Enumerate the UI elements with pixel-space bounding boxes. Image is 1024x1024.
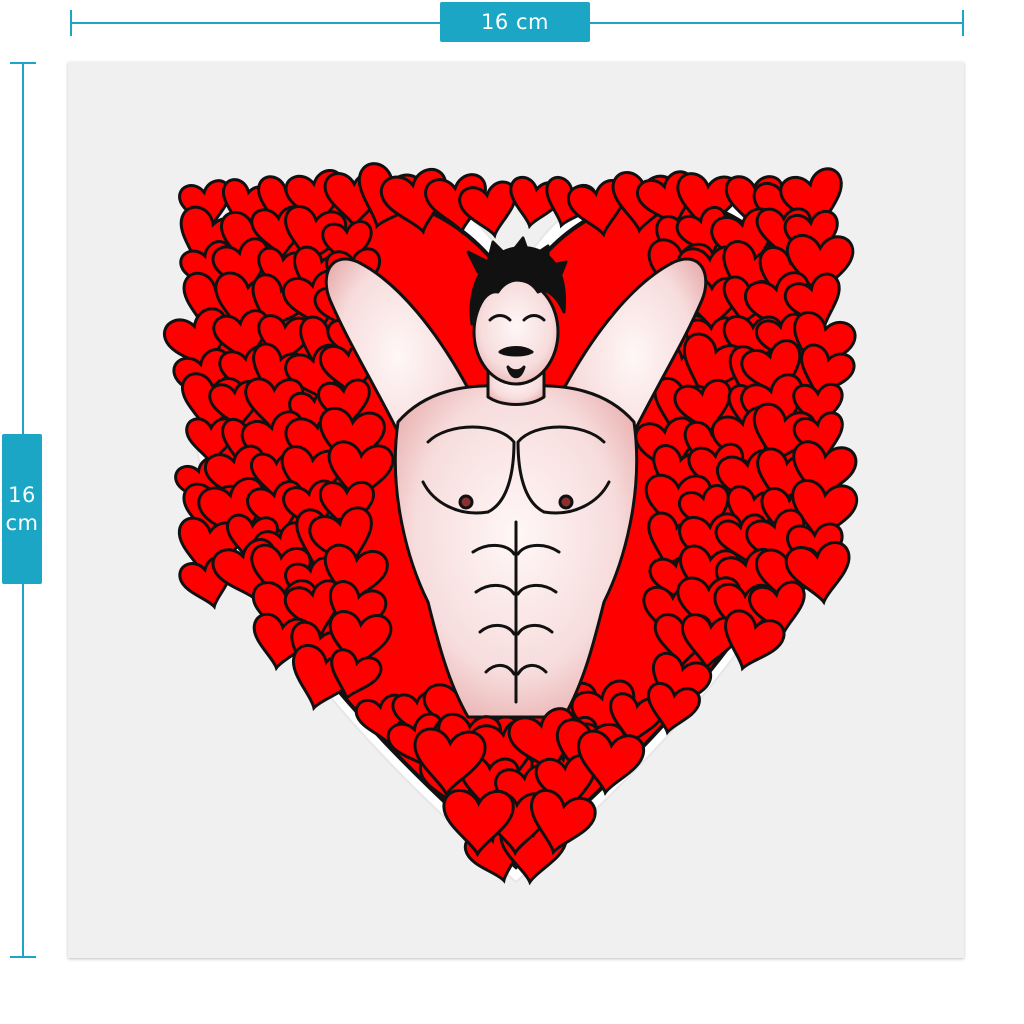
height-unit: cm (5, 511, 39, 535)
heart-front-row (409, 703, 647, 861)
width-dimension-cap-right (962, 10, 964, 36)
mustache (498, 346, 534, 357)
product-preview: 16 cm 16 cm (0, 0, 1024, 1024)
sticker-artwork (159, 158, 861, 890)
height-dimension-cap-top (10, 62, 36, 64)
width-label: 16 cm (481, 10, 549, 34)
height-dimension-cap-bottom (10, 956, 36, 958)
height-badge: 16 cm (2, 434, 42, 584)
nipple-right (558, 494, 574, 510)
width-badge: 16 cm (440, 2, 590, 42)
sticker-canvas (68, 62, 964, 958)
width-dimension-cap-left (70, 10, 72, 36)
height-value: 16 (8, 482, 36, 507)
nipple-left (458, 494, 474, 510)
